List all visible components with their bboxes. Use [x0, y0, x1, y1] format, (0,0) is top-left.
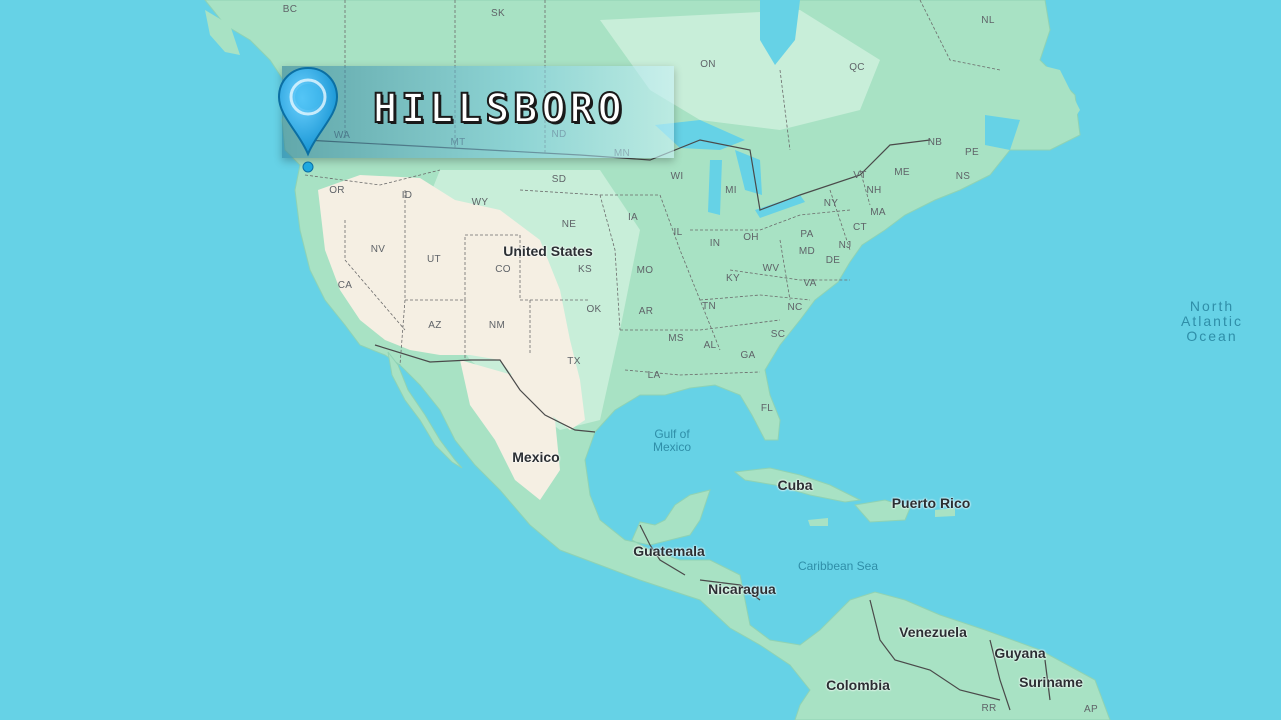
label-colombia: Colombia — [826, 677, 890, 693]
label-ut: UT — [427, 254, 441, 265]
lake-michigan — [708, 160, 722, 215]
label-ks: KS — [578, 264, 592, 275]
label-mi: MI — [725, 185, 737, 196]
label-id: ID — [401, 190, 413, 201]
label-de: DE — [825, 255, 841, 266]
label-bc: BC — [282, 4, 298, 15]
label-atlantic: Atlantic — [1181, 313, 1243, 329]
label-oh: OH — [743, 232, 759, 243]
label-ma: MA — [870, 207, 886, 218]
label-gulf-of: Gulf of — [654, 427, 690, 441]
label-suriname: Suriname — [1019, 674, 1083, 690]
label-nicaragua: Nicaragua — [708, 581, 776, 597]
label-mo: MO — [636, 265, 654, 276]
map-pin-icon[interactable] — [275, 66, 341, 176]
label-al: AL — [703, 340, 717, 351]
label-north: North — [1189, 298, 1235, 314]
label-wv: WV — [762, 263, 780, 274]
label-nh: NH — [866, 185, 882, 196]
label-fl: FL — [760, 403, 774, 414]
label-sc: SC — [770, 329, 786, 340]
label-me: ME — [894, 167, 910, 178]
label-qc: QC — [849, 62, 865, 73]
label-la: LA — [647, 370, 661, 381]
label-ct: CT — [853, 222, 867, 233]
label-pa: PA — [800, 229, 814, 240]
label-ia: IA — [627, 212, 639, 223]
location-title: HILLSBORO — [372, 85, 626, 133]
label-caribbean-sea: Caribbean Sea — [797, 559, 879, 573]
label-guyana: Guyana — [994, 645, 1046, 661]
label-co: CO — [495, 264, 511, 275]
label-md: MD — [798, 246, 816, 257]
label-il: IL — [673, 227, 683, 238]
label-tx: TX — [567, 356, 581, 367]
label-ny: NY — [823, 198, 839, 209]
label-nb: NB — [927, 137, 943, 148]
label-united-states: United States — [503, 243, 593, 259]
label-wi: WI — [670, 171, 684, 182]
label-nj: NJ — [838, 240, 852, 251]
label-nc: NC — [787, 302, 803, 313]
label-puerto-rico: Puerto Rico — [891, 495, 971, 511]
label-az: AZ — [428, 320, 442, 331]
label-sk: SK — [491, 8, 505, 19]
label-ky: KY — [726, 273, 740, 284]
label-guatemala: Guatemala — [633, 543, 705, 559]
label-ne: NE — [561, 219, 577, 230]
label-ns: NS — [955, 171, 971, 182]
label-nm: NM — [488, 320, 506, 331]
label-ga: GA — [740, 350, 756, 361]
label-gulf-mexico: Mexico — [652, 440, 692, 454]
label-va: VA — [803, 278, 817, 289]
label-or: OR — [329, 185, 345, 196]
label-mexico: Mexico — [512, 449, 560, 465]
label-vt: VT — [853, 170, 867, 181]
label-sd: SD — [551, 174, 567, 185]
label-in: IN — [709, 238, 721, 249]
label-ca: CA — [337, 280, 353, 291]
label-tn: TN — [702, 301, 716, 312]
label-venezuela: Venezuela — [899, 624, 967, 640]
label-ap: AP — [1084, 704, 1098, 715]
label-rr: RR — [981, 703, 997, 714]
label-nl: NL — [981, 15, 995, 26]
label-wy: WY — [471, 197, 489, 208]
label-ms: MS — [668, 333, 684, 344]
label-cuba: Cuba — [777, 477, 813, 493]
label-on: ON — [700, 59, 716, 70]
label-ok: OK — [586, 304, 602, 315]
label-ocean: Ocean — [1186, 328, 1238, 344]
label-nv: NV — [370, 244, 386, 255]
label-pe: PE — [965, 147, 979, 158]
label-ar: AR — [638, 306, 654, 317]
